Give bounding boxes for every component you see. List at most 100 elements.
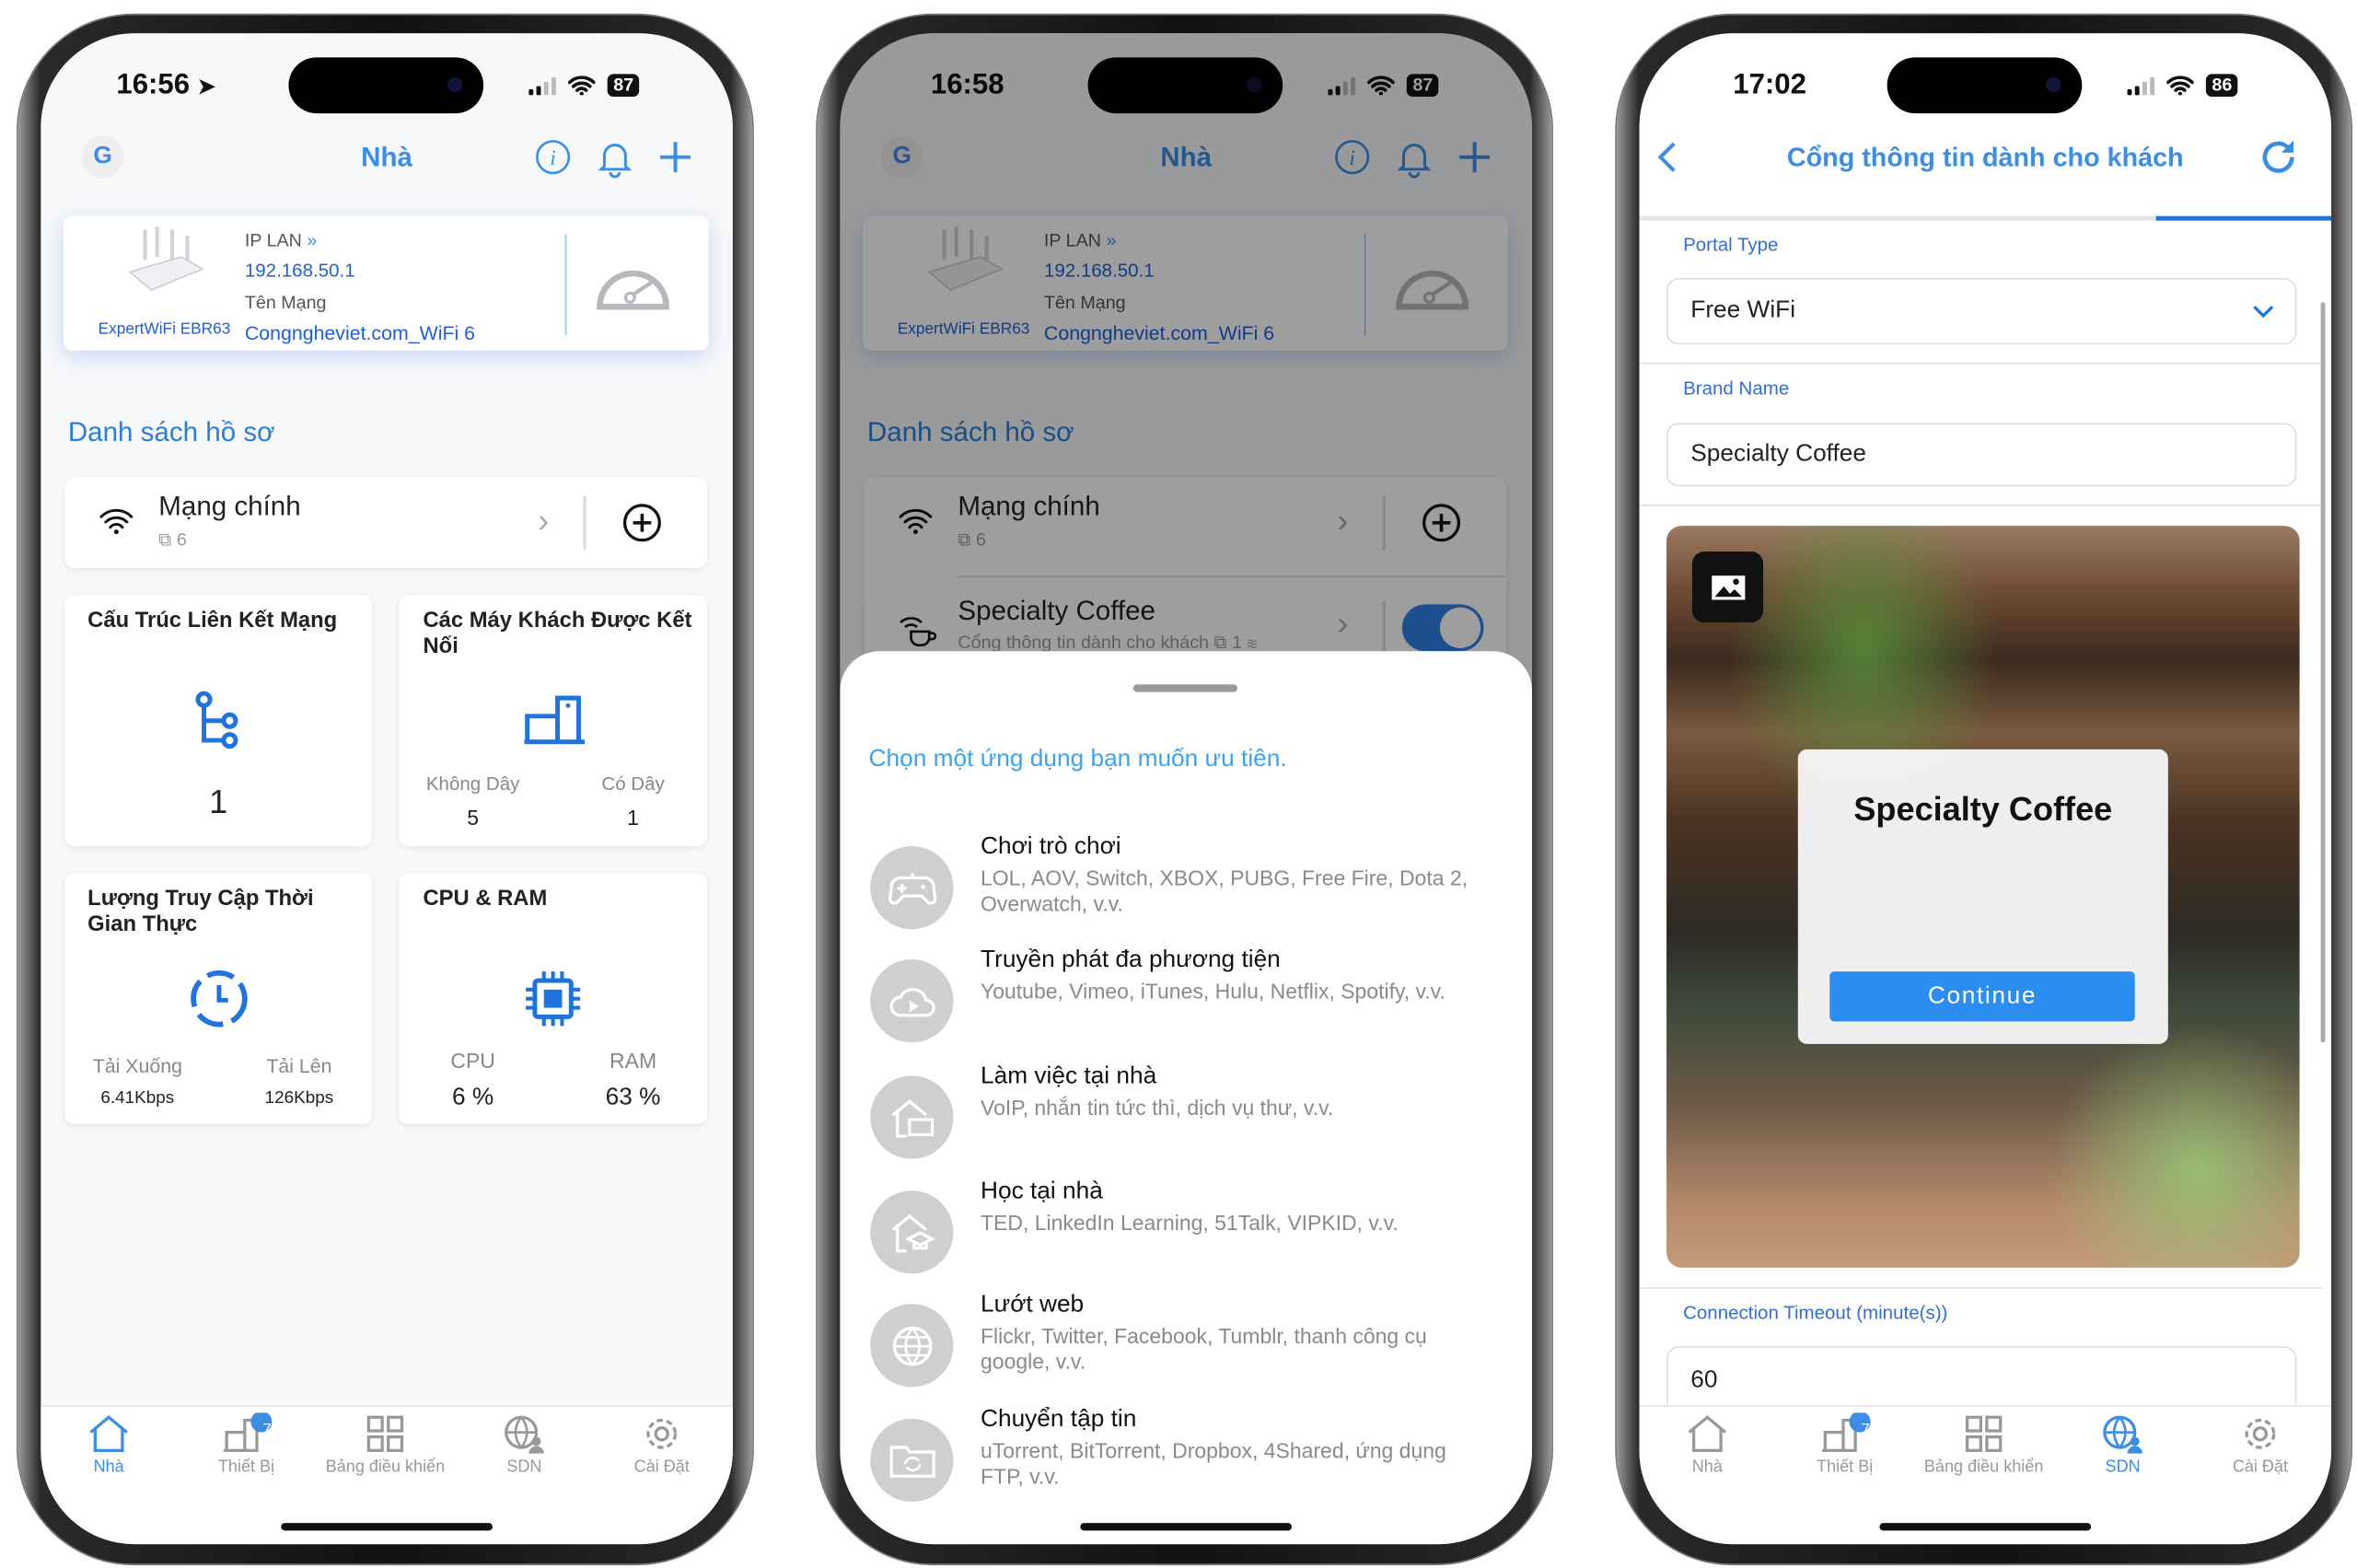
tab-settings[interactable]: Cài Đặt (594, 1412, 730, 1476)
profiles-heading: Danh sách hồ sơ (67, 416, 275, 447)
sheet-grabber[interactable] (1132, 684, 1237, 692)
cpu-ram-card[interactable]: CPU & RAM CPU 6 % RAM 63 % (399, 873, 707, 1124)
settings-gear-icon (2245, 1418, 2276, 1449)
wireless-label: Không Dây (425, 773, 520, 796)
dynamic-island (1887, 57, 2083, 114)
devices-badge: 7 (262, 1422, 272, 1439)
location-arrow-icon: ➤ (197, 74, 216, 99)
status-icons: 87 (528, 74, 640, 98)
priority-option-learn-from-home[interactable]: Học tại nhà TED, LinkedIn Learning, 51Ta… (840, 1179, 1532, 1281)
home-indicator (1879, 1523, 2092, 1531)
notification-bell-icon[interactable] (598, 139, 632, 179)
traffic-card[interactable]: Lượng Truy Cập Thời Gian Thực Tải Xuống … (64, 873, 372, 1124)
tab-home[interactable]: Nhà (41, 1412, 177, 1476)
card-title: Các Máy Khách Được Kết Nối (423, 609, 692, 659)
add-circle-icon[interactable] (622, 503, 662, 542)
app-priority-screen: 16:58 87 G Nhà i ExpertWiFi EBR63 IP LAN… (840, 33, 1532, 1545)
phone-app-priority: 16:58 87 G Nhà i ExpertWiFi EBR63 IP LAN… (817, 15, 1552, 1564)
tab-label: Bảng điều khiển (1923, 1458, 2044, 1477)
brand-name-input[interactable]: Specialty Coffee (1666, 423, 2297, 487)
topology-icon (195, 691, 238, 749)
upload-label: Tải Lên (266, 1054, 332, 1078)
phone-home: 16:56 ➤ 87 G Nhà i ExpertWiFi EBR63 IP L… (17, 15, 753, 1564)
option-description: uTorrent, BitTorrent, Dropbox, 4Shared, … (981, 1438, 1446, 1489)
tab-settings[interactable]: Cài Đặt (2192, 1412, 2328, 1476)
cpu-label: CPU (450, 1048, 495, 1074)
tab-devices[interactable]: 7 Thiết Bị (1777, 1412, 1913, 1476)
refresh-icon[interactable] (2258, 137, 2298, 177)
portal-preview-title: Specialty Coffee (1853, 790, 2113, 829)
screenshot-collage: 16:56 ➤ 87 G Nhà i ExpertWiFi EBR63 IP L… (0, 0, 2357, 1568)
speedometer-icon[interactable] (594, 255, 672, 312)
status-time: 17:02 (1733, 69, 1806, 101)
option-title: Truyền phát đa phương tiện (981, 947, 1281, 973)
portal-background-image[interactable]: Specialty Coffee Continue (1666, 526, 2300, 1268)
tab-sdn[interactable]: SDN (2055, 1412, 2191, 1476)
option-title: Làm việc tại nhà (981, 1063, 1157, 1090)
double-chevron-right-icon[interactable]: » (307, 229, 317, 250)
change-image-button[interactable] (1691, 551, 1764, 623)
clients-card[interactable]: Các Máy Khách Được Kết Nối Không Dây 5 C… (399, 595, 707, 846)
globe-icon (892, 1325, 932, 1365)
chevron-right-icon[interactable]: › (538, 502, 549, 541)
divider (1639, 362, 2323, 365)
status-icons: 86 (2127, 74, 2238, 98)
profile-name: Mạng chính (158, 491, 301, 522)
realtime-clock-icon (191, 970, 248, 1028)
portal-type-select[interactable]: Free WiFi (1666, 277, 2297, 345)
add-icon[interactable] (657, 139, 693, 175)
sheet-heading: Chọn một ứng dụng bạn muốn ưu tiên. (868, 746, 1287, 772)
tab-home[interactable]: Nhà (1639, 1412, 1775, 1476)
dashboard-icon (1965, 1415, 2003, 1453)
info-icon[interactable]: i (535, 139, 571, 175)
wireless-value: 5 (467, 805, 480, 830)
guest-portal-screen: 17:02 86 Cổng thông tin dành cho khách P… (1639, 33, 2332, 1545)
page-progress-fill (2155, 215, 2332, 221)
tab-sdn[interactable]: SDN (457, 1412, 593, 1476)
priority-option-work-from-home[interactable]: Làm việc tại nhà VoIP, nhắn tin tức thì,… (840, 1063, 1532, 1166)
wifi-icon (568, 75, 596, 96)
folder-sync-icon (888, 1445, 935, 1478)
connection-timeout-value: 60 (1690, 1366, 1718, 1393)
option-description: Youtube, Vimeo, iTunes, Hulu, Netflix, S… (981, 979, 1446, 1004)
profile-item-main[interactable]: Mạng chính ⧉ 6 › (64, 477, 707, 569)
upload-value: 126Kbps (264, 1089, 334, 1108)
divider (583, 495, 586, 551)
priority-option-file-transfer[interactable]: Chuyển tập tin uTorrent, BitTorrent, Dro… (840, 1407, 1532, 1509)
tab-label: Nhà (1691, 1458, 1723, 1477)
ram-label: RAM (610, 1048, 657, 1074)
connection-timeout-input[interactable]: 60 (1666, 1346, 2297, 1414)
option-title: Chuyển tập tin (981, 1406, 1137, 1433)
portal-preview-dialog: Specialty Coffee Continue (1797, 749, 2168, 1044)
home-icon (89, 1415, 128, 1453)
phone-guest-portal: 17:02 86 Cổng thông tin dành cho khách P… (1616, 15, 2351, 1564)
devices-badge: 7 (1861, 1422, 1870, 1439)
tab-label: Bảng điều khiển (325, 1458, 446, 1477)
tab-label: Cài Đặt (2232, 1458, 2289, 1477)
tab-dashboard[interactable]: Bảng điều khiển (1916, 1412, 2052, 1476)
network-name-value: Congngheviet.com_WiFi 6 (244, 321, 476, 345)
router-card[interactable]: ExpertWiFi EBR63 IP LAN » 192.168.50.1 T… (63, 215, 709, 351)
sdn-globe-icon (2103, 1415, 2142, 1454)
home-icon (1688, 1415, 1727, 1453)
scrollbar[interactable] (2320, 302, 2326, 1043)
battery-level: 86 (2205, 74, 2238, 98)
tab-devices[interactable]: 7 Thiết Bị (179, 1412, 315, 1476)
tab-dashboard[interactable]: Bảng điều khiển (318, 1412, 454, 1476)
gamepad-icon (888, 872, 936, 904)
topology-card[interactable]: Cấu Trúc Liên Kết Mạng 1 (64, 595, 372, 846)
dynamic-island (288, 57, 484, 114)
option-title: Chơi trò chơi (981, 833, 1121, 860)
download-value: 6.41Kbps (100, 1089, 175, 1108)
priority-option-web-browsing[interactable]: Lướt web Flickr, Twitter, Facebook, Tumb… (840, 1292, 1532, 1394)
router-model: ExpertWiFi EBR63 (98, 319, 231, 339)
tab-label: Thiết Bị (1817, 1458, 1874, 1477)
continue-button[interactable]: Continue (1829, 971, 2135, 1022)
card-title: CPU & RAM (423, 887, 548, 912)
priority-option-gaming[interactable]: Chơi trò chơi LOL, AOV, Switch, XBOX, PU… (840, 834, 1532, 936)
priority-option-streaming[interactable]: Truyền phát đa phương tiện Youtube, Vime… (840, 947, 1532, 1050)
connection-timeout-label: Connection Timeout (minute(s)) (1683, 1302, 1948, 1324)
plant-foliage (2044, 1024, 2300, 1268)
portal-type-label: Portal Type (1683, 234, 1779, 256)
home-indicator (281, 1523, 493, 1531)
